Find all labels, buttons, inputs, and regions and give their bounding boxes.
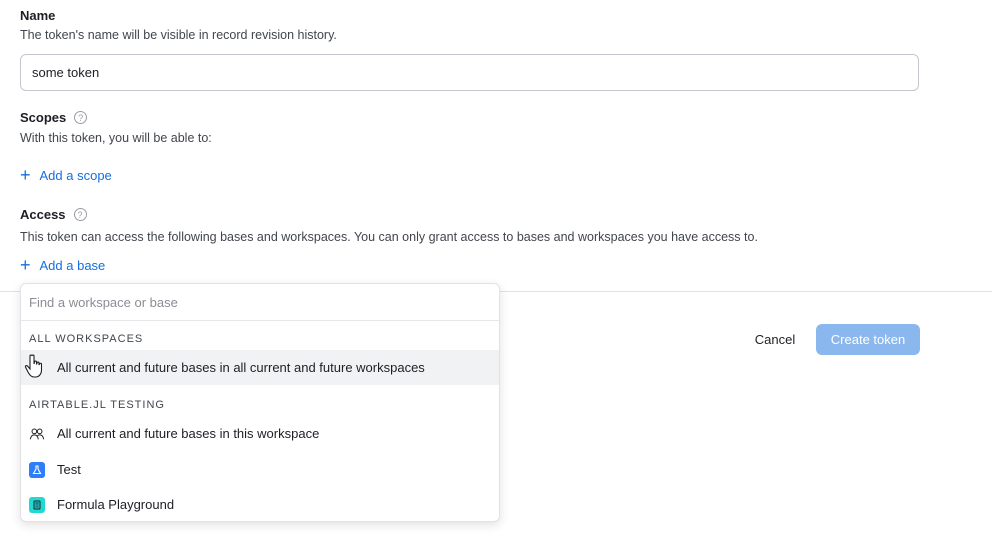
workspace-search-input[interactable] xyxy=(21,284,499,321)
add-base-button[interactable]: + Add a base xyxy=(20,256,105,274)
plus-icon: + xyxy=(20,255,31,275)
calculator-icon xyxy=(29,496,45,513)
scopes-help-text: With this token, you will be able to: xyxy=(20,131,212,145)
scopes-label-text: Scopes xyxy=(20,110,67,125)
all-workspaces-heading: ALL WORKSPACES xyxy=(29,333,144,345)
workspace-all-bases-label: All current and future bases in this wor… xyxy=(57,426,320,441)
scopes-label: Scopes ? xyxy=(20,110,88,125)
create-token-button[interactable]: Create token xyxy=(816,324,920,355)
name-label: Name xyxy=(20,8,55,23)
name-label-text: Name xyxy=(20,8,56,23)
users-icon xyxy=(29,426,45,442)
base-option-formula-playground[interactable]: Formula Playground xyxy=(21,487,499,521)
question-icon[interactable]: ? xyxy=(74,111,88,124)
workspace-all-bases-option[interactable]: All current and future bases in this wor… xyxy=(21,416,499,451)
base-option-label: Test xyxy=(57,462,81,477)
add-scope-button[interactable]: + Add a scope xyxy=(20,166,112,184)
access-label-text: Access xyxy=(20,207,66,222)
access-label: Access ? xyxy=(20,207,87,222)
all-workspaces-option[interactable]: All current and future bases in all curr… xyxy=(21,350,499,385)
base-icon xyxy=(29,461,45,478)
flask-icon xyxy=(29,461,45,478)
base-option-test[interactable]: Test xyxy=(21,452,499,487)
access-help-text: This token can access the following base… xyxy=(20,230,758,244)
base-picker-dropdown: ALL WORKSPACES All current and future ba… xyxy=(20,283,500,522)
name-help-text: The token's name will be visible in reco… xyxy=(20,28,337,42)
add-scope-label: Add a scope xyxy=(39,167,112,183)
hand-cursor-icon xyxy=(24,354,43,378)
add-base-label: Add a base xyxy=(39,257,106,273)
base-icon xyxy=(29,496,45,513)
plus-icon: + xyxy=(20,165,31,185)
token-name-input[interactable] xyxy=(20,54,919,91)
question-icon[interactable]: ? xyxy=(73,208,87,221)
workspace-heading: AIRTABLE.JL TESTING xyxy=(29,399,165,411)
all-workspaces-option-label: All current and future bases in all curr… xyxy=(57,360,425,375)
cancel-button[interactable]: Cancel xyxy=(744,324,806,355)
base-option-label: Formula Playground xyxy=(57,497,175,512)
